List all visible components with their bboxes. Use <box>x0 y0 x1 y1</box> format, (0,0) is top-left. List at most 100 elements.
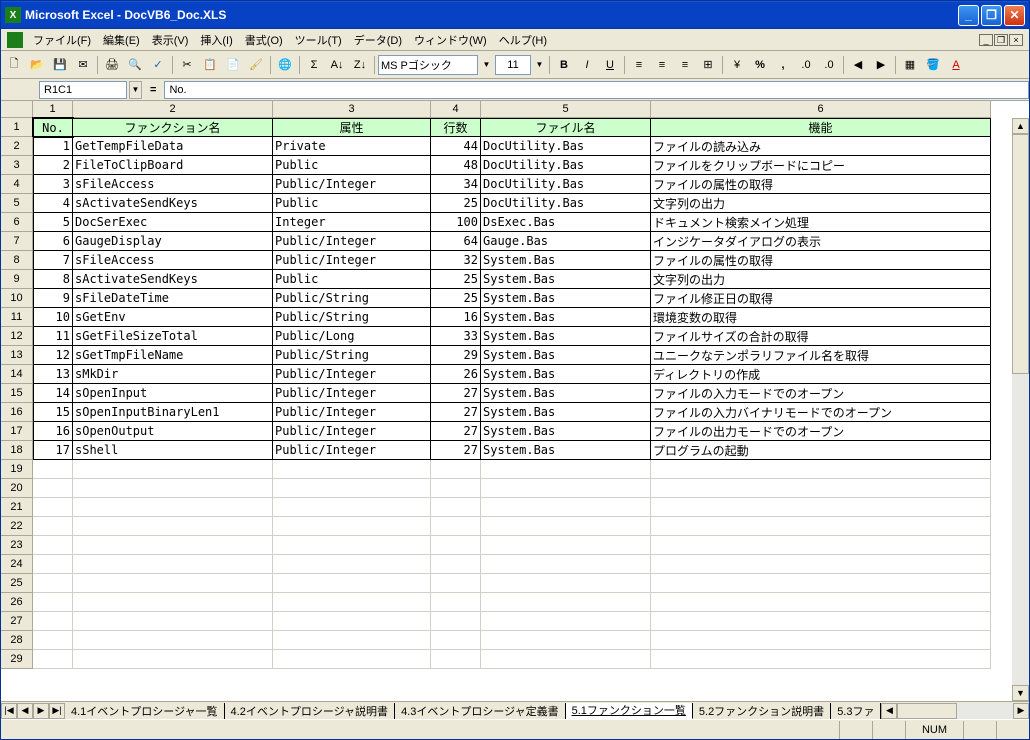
empty-cell[interactable] <box>651 593 991 612</box>
cell-file[interactable]: DocUtility.Bas <box>481 175 651 194</box>
cell-funcname[interactable]: GaugeDisplay <box>73 232 273 251</box>
scroll-down-button[interactable]: ▼ <box>1012 685 1029 701</box>
row-header[interactable]: 3 <box>1 156 33 175</box>
cell-no[interactable]: 5 <box>33 213 73 232</box>
empty-cell[interactable] <box>431 612 481 631</box>
row-header[interactable]: 16 <box>1 403 33 422</box>
menu-data[interactable]: データ(D) <box>348 30 408 50</box>
row-header[interactable]: 9 <box>1 270 33 289</box>
empty-cell[interactable] <box>73 555 273 574</box>
menu-insert[interactable]: 挿入(I) <box>194 30 238 50</box>
tab-first-button[interactable]: |◀ <box>1 703 17 719</box>
cell-attr[interactable]: Integer <box>273 213 431 232</box>
cell-file[interactable]: DocUtility.Bas <box>481 156 651 175</box>
cell-desc[interactable]: ファイルの出力モードでのオープン <box>651 422 991 441</box>
empty-cell[interactable] <box>481 536 651 555</box>
empty-cell[interactable] <box>481 612 651 631</box>
menu-format[interactable]: 書式(O) <box>239 30 289 50</box>
scroll-up-button[interactable]: ▲ <box>1012 118 1029 134</box>
sheet-tab[interactable]: 4.3イベントプロシージャ定義書 <box>395 703 566 719</box>
cell-attr[interactable]: Public <box>273 156 431 175</box>
tab-prev-button[interactable]: ◀ <box>17 703 33 719</box>
cell-desc[interactable]: 環境変数の取得 <box>651 308 991 327</box>
empty-cell[interactable] <box>651 517 991 536</box>
row-header[interactable]: 28 <box>1 631 33 650</box>
preview-button[interactable]: 🔍 <box>124 54 146 76</box>
empty-cell[interactable] <box>481 498 651 517</box>
column-header[interactable]: 4 <box>431 101 481 118</box>
horizontal-scrollbar[interactable]: ◀ ▶ <box>881 703 1029 719</box>
empty-cell[interactable] <box>431 650 481 669</box>
empty-cell[interactable] <box>651 460 991 479</box>
row-header[interactable]: 27 <box>1 612 33 631</box>
empty-cell[interactable] <box>651 574 991 593</box>
empty-cell[interactable] <box>33 612 73 631</box>
cell-file[interactable]: System.Bas <box>481 441 651 460</box>
cut-button[interactable]: ✂ <box>176 54 198 76</box>
header-cell-attr[interactable]: 属性 <box>273 118 431 137</box>
row-header[interactable]: 11 <box>1 308 33 327</box>
inc-indent-button[interactable]: ▶ <box>870 54 892 76</box>
sheet-tab[interactable]: 4.2イベントプロシージャ説明書 <box>225 703 396 719</box>
column-header[interactable]: 2 <box>73 101 273 118</box>
cell-file[interactable]: System.Bas <box>481 251 651 270</box>
cell-lines[interactable]: 33 <box>431 327 481 346</box>
cell-desc[interactable]: ファイルの入力バイナリモードでのオープン <box>651 403 991 422</box>
header-cell-lines[interactable]: 行数 <box>431 118 481 137</box>
scroll-left-button[interactable]: ◀ <box>881 703 897 719</box>
row-header[interactable]: 24 <box>1 555 33 574</box>
cell-funcname[interactable]: sFileAccess <box>73 251 273 270</box>
cell-desc[interactable]: ファイルの読み込み <box>651 137 991 156</box>
cell-desc[interactable]: ドキュメント検索メイン処理 <box>651 213 991 232</box>
cell-file[interactable]: System.Bas <box>481 384 651 403</box>
cell-file[interactable]: System.Bas <box>481 365 651 384</box>
cell-funcname[interactable]: sOpenInputBinaryLen1 <box>73 403 273 422</box>
menu-view[interactable]: 表示(V) <box>146 30 195 50</box>
sheet-tab[interactable]: 5.2ファンクション説明書 <box>693 703 831 719</box>
empty-cell[interactable] <box>33 536 73 555</box>
cell-attr[interactable]: Public/Integer <box>273 175 431 194</box>
cell-file[interactable]: System.Bas <box>481 270 651 289</box>
row-header[interactable]: 23 <box>1 536 33 555</box>
cell-attr[interactable]: Public/Integer <box>273 251 431 270</box>
column-header[interactable]: 1 <box>33 101 73 118</box>
cell-file[interactable]: DocUtility.Bas <box>481 137 651 156</box>
empty-cell[interactable] <box>651 612 991 631</box>
empty-cell[interactable] <box>73 574 273 593</box>
cell-no[interactable]: 2 <box>33 156 73 175</box>
row-header[interactable]: 4 <box>1 175 33 194</box>
menu-help[interactable]: ヘルプ(H) <box>493 30 553 50</box>
cell-lines[interactable]: 32 <box>431 251 481 270</box>
cell-no[interactable]: 14 <box>33 384 73 403</box>
cell-funcname[interactable]: sActivateSendKeys <box>73 194 273 213</box>
scroll-thumb-h[interactable] <box>897 703 957 719</box>
bold-button[interactable]: B <box>553 54 575 76</box>
empty-cell[interactable] <box>431 593 481 612</box>
row-header[interactable]: 25 <box>1 574 33 593</box>
empty-cell[interactable] <box>481 517 651 536</box>
inc-decimal-button[interactable]: .0 <box>795 54 817 76</box>
cell-no[interactable]: 6 <box>33 232 73 251</box>
cell-no[interactable]: 15 <box>33 403 73 422</box>
cell-desc[interactable]: ファイルの属性の取得 <box>651 175 991 194</box>
doc-minimize-button[interactable]: _ <box>979 34 993 46</box>
open-button[interactable]: 📂 <box>26 54 48 76</box>
empty-cell[interactable] <box>481 460 651 479</box>
cell-lines[interactable]: 25 <box>431 289 481 308</box>
cell-funcname[interactable]: sGetEnv <box>73 308 273 327</box>
empty-cell[interactable] <box>651 536 991 555</box>
empty-cell[interactable] <box>431 479 481 498</box>
empty-cell[interactable] <box>33 650 73 669</box>
cell-funcname[interactable]: sOpenOutput <box>73 422 273 441</box>
dec-indent-button[interactable]: ◀ <box>847 54 869 76</box>
cell-desc[interactable]: インジケータダイアログの表示 <box>651 232 991 251</box>
cell-lines[interactable]: 64 <box>431 232 481 251</box>
vertical-scrollbar[interactable]: ▲ ▼ <box>1012 118 1029 701</box>
maximize-button[interactable]: ❐ <box>981 5 1002 26</box>
empty-cell[interactable] <box>273 555 431 574</box>
cell-no[interactable]: 7 <box>33 251 73 270</box>
column-header[interactable]: 3 <box>273 101 431 118</box>
cell-funcname[interactable]: sGetTmpFileName <box>73 346 273 365</box>
cell-funcname[interactable]: sActivateSendKeys <box>73 270 273 289</box>
empty-cell[interactable] <box>33 555 73 574</box>
